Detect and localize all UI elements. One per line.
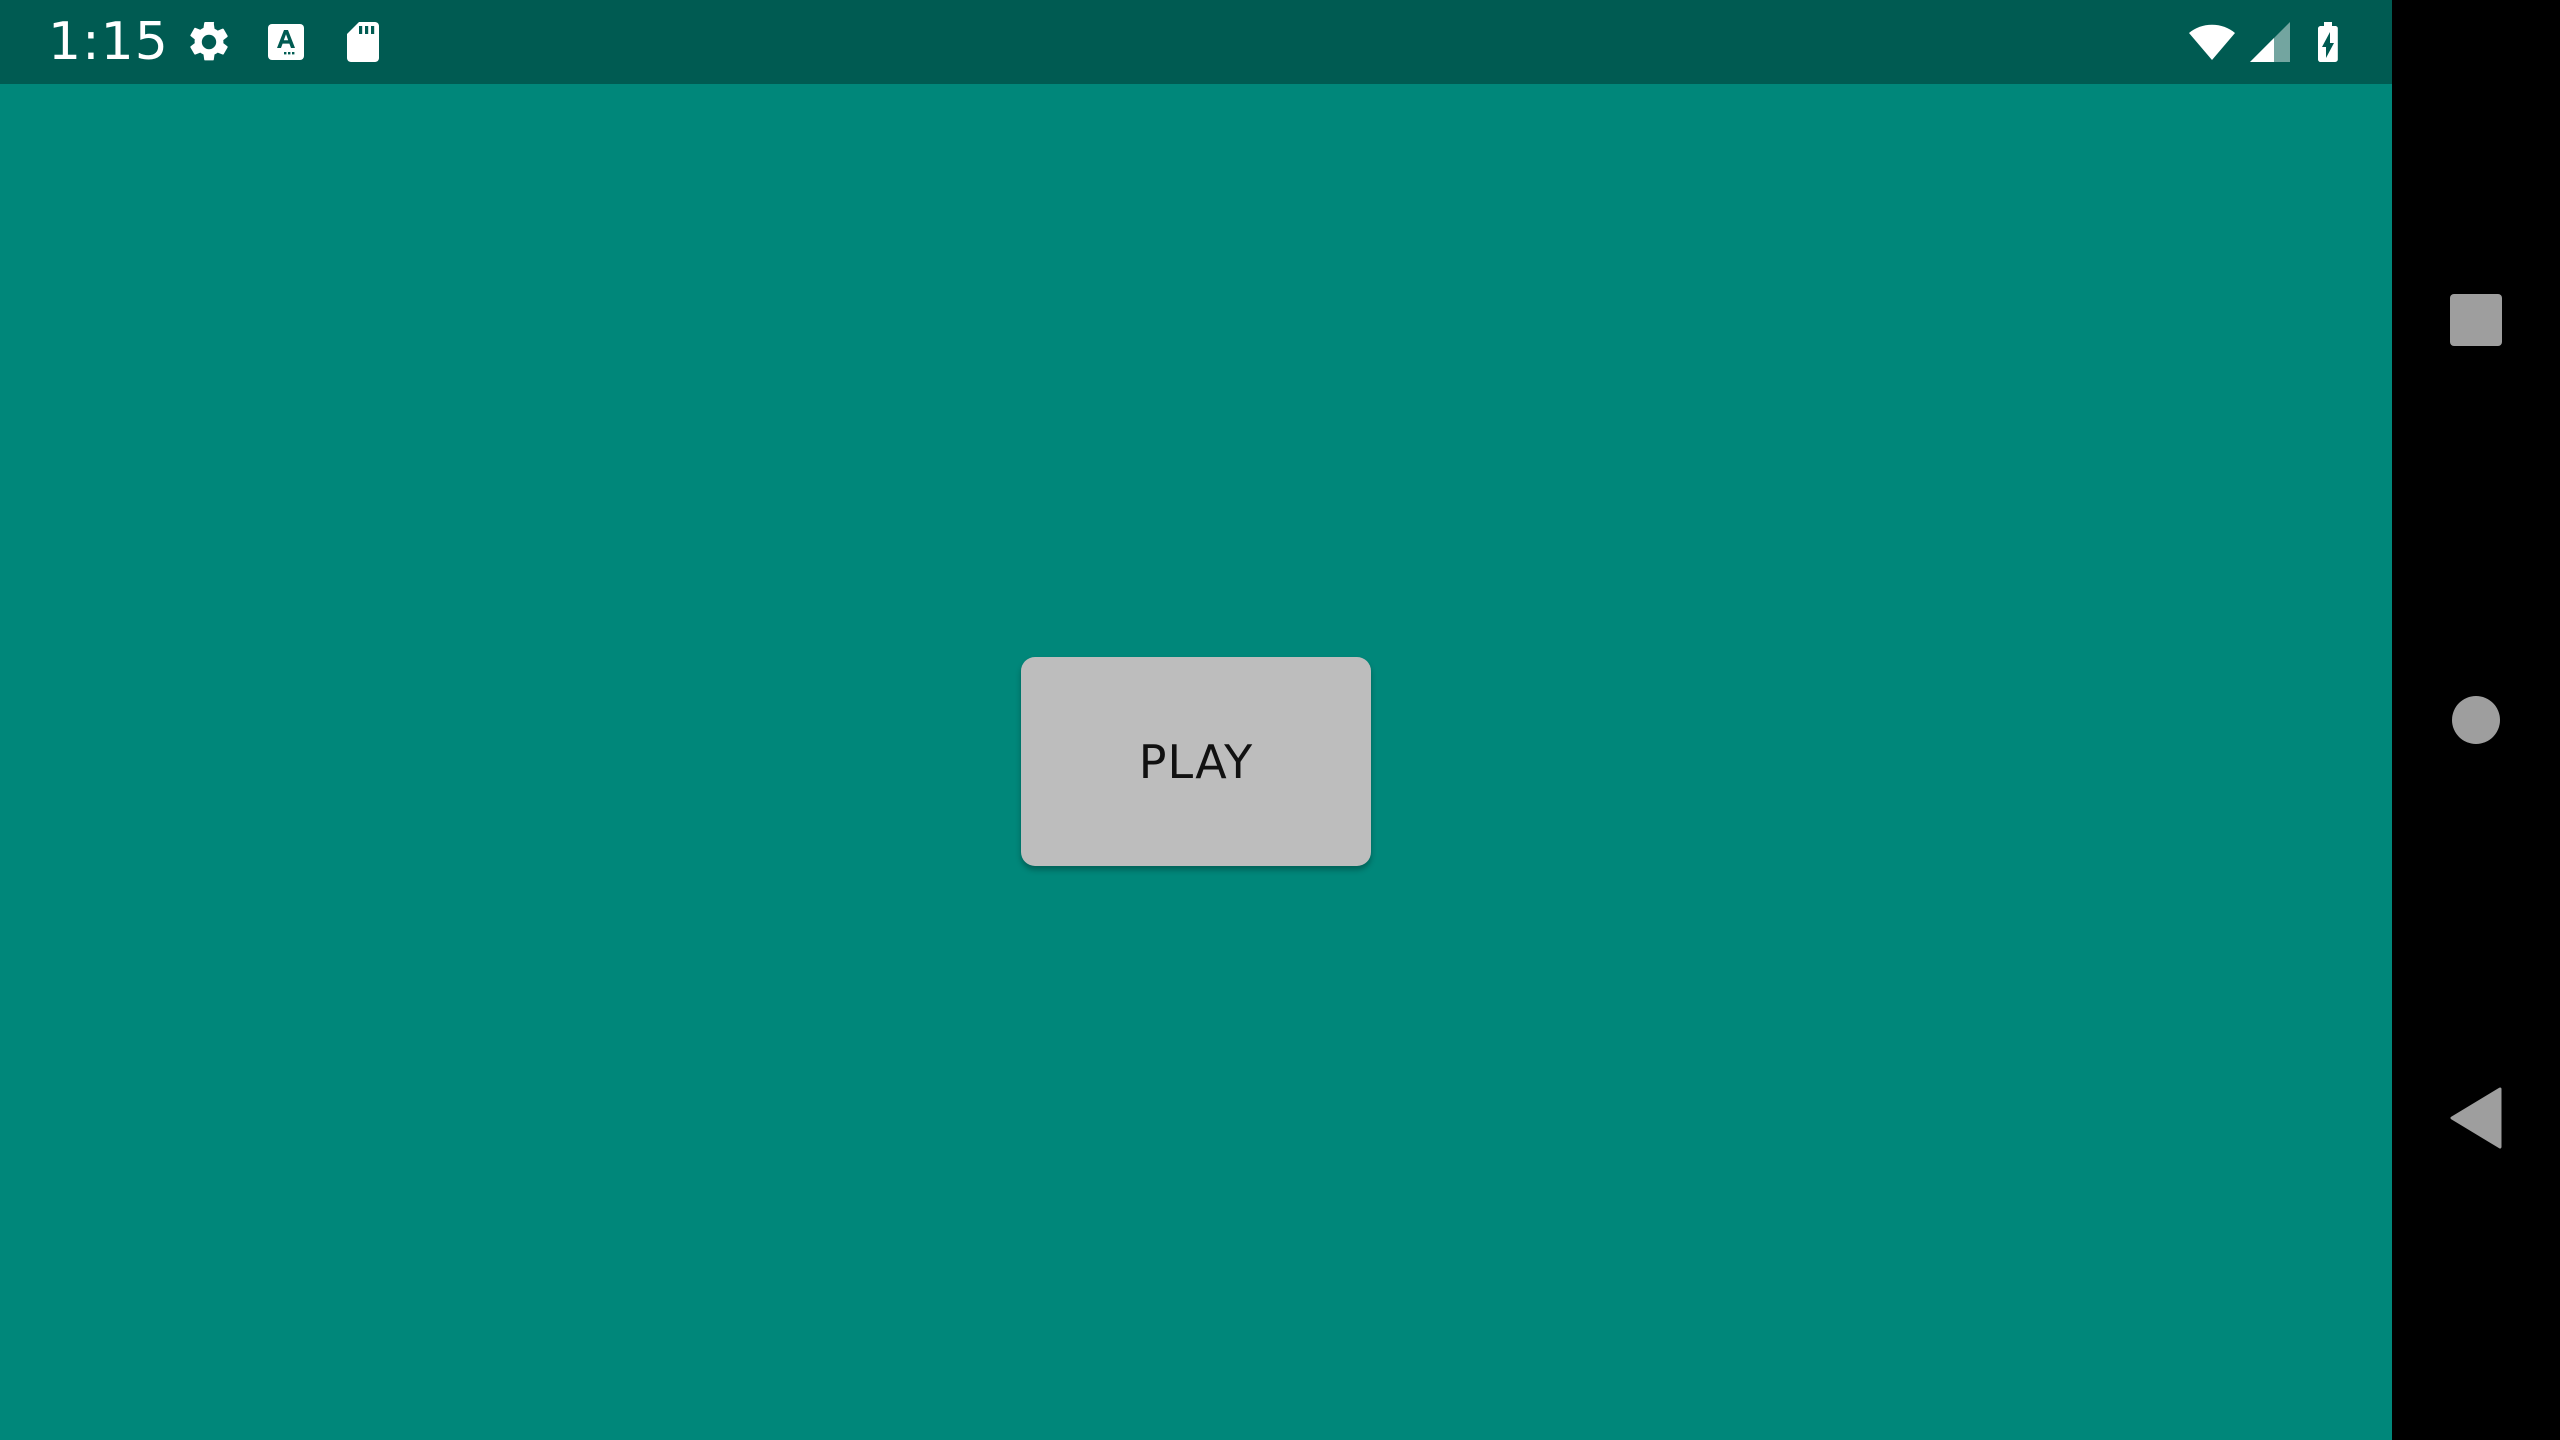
back-button[interactable] — [2426, 1068, 2526, 1168]
navigation-bar — [2392, 0, 2560, 1440]
play-button[interactable]: PLAY — [1021, 657, 1371, 866]
battery-charging-icon — [2304, 18, 2352, 66]
back-triangle-icon — [2450, 1087, 2502, 1149]
cell-signal-icon — [2246, 18, 2294, 66]
status-bar: 1:15 — [0, 0, 2392, 84]
status-time: 1:15 — [48, 12, 169, 72]
app-screen: 1:15 PLAY — [0, 0, 2392, 1440]
home-button[interactable] — [2426, 670, 2526, 770]
square-icon — [2450, 294, 2502, 346]
wifi-icon — [2184, 18, 2240, 66]
font-a-icon — [262, 18, 310, 66]
sd-card-icon — [339, 18, 387, 66]
circle-icon — [2452, 696, 2500, 744]
settings-icon — [185, 18, 233, 66]
recents-button[interactable] — [2426, 270, 2526, 370]
